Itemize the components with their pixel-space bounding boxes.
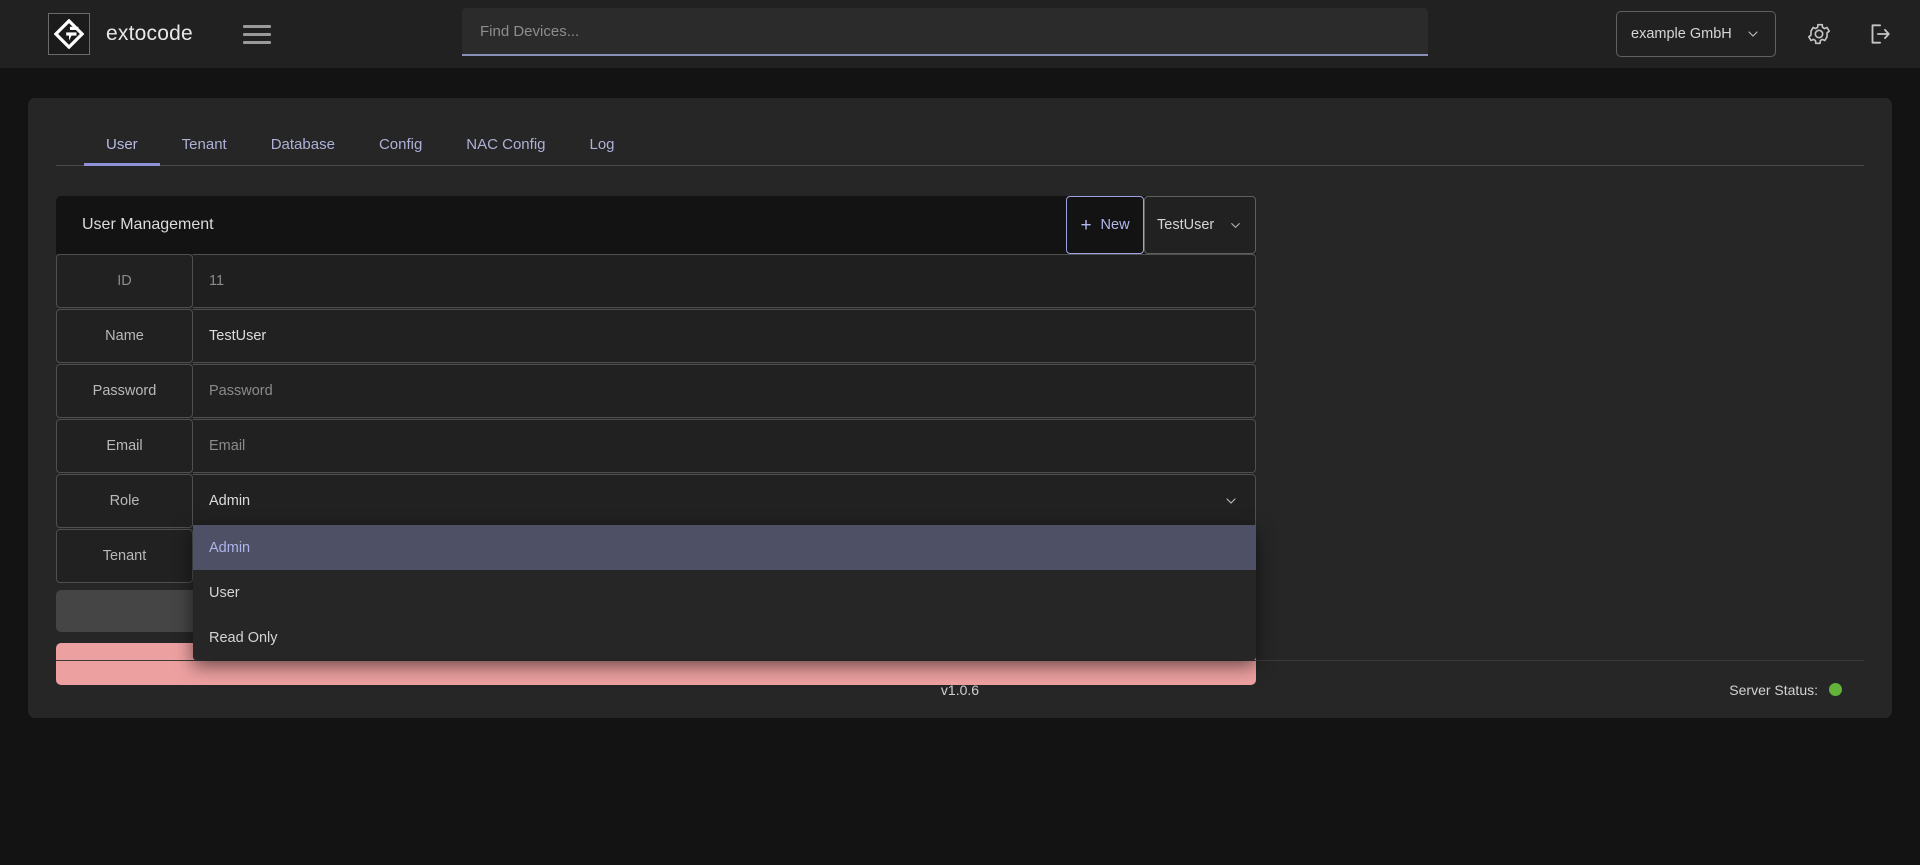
form-row-id: ID 11	[56, 254, 1256, 308]
form-row-role: Role Admin	[56, 474, 1256, 528]
role-option-user[interactable]: User	[193, 570, 1256, 615]
extocode-diamond-logo-icon	[48, 13, 90, 55]
user-form: ID 11 Name TestUser Password Password Em…	[56, 254, 1256, 690]
hamburger-bar	[242, 32, 271, 36]
form-label-tenant: Tenant	[56, 529, 193, 583]
form-field-email[interactable]: Email	[193, 419, 1256, 473]
hamburger-menu-icon[interactable]	[242, 21, 271, 48]
tab-config[interactable]: Config	[357, 126, 444, 165]
status-dot-icon	[1829, 683, 1842, 696]
tab-label: Tenant	[181, 136, 227, 153]
user-selector[interactable]: TestUser	[1144, 196, 1256, 254]
form-field-password[interactable]: Password	[193, 364, 1256, 418]
server-status: Server Status:	[1729, 682, 1842, 698]
role-dropdown-menu: Admin User Read Only	[193, 525, 1256, 660]
user-management-panel: User Management + New TestUser ID 11 Nam…	[56, 196, 1256, 690]
settings-button[interactable]	[1802, 17, 1836, 51]
form-field-name[interactable]: TestUser	[193, 309, 1256, 363]
logout-icon	[1871, 24, 1890, 44]
tab-bar: User Tenant Database Config NAC Config L…	[56, 126, 1864, 166]
form-row-name: Name TestUser	[56, 309, 1256, 363]
form-row-email: Email Email	[56, 419, 1256, 473]
form-label-email: Email	[56, 419, 193, 473]
role-option-label: User	[209, 584, 240, 601]
form-label-name: Name	[56, 309, 193, 363]
form-label-id: ID	[56, 254, 193, 308]
app-footer: v1.0.6 Server Status:	[56, 660, 1864, 718]
gear-icon	[1808, 23, 1830, 45]
form-label-role: Role	[56, 474, 193, 528]
role-option-read-only[interactable]: Read Only	[193, 615, 1256, 660]
search-container	[462, 8, 1428, 56]
version-label: v1.0.6	[940, 681, 980, 698]
tab-label: User	[106, 136, 138, 153]
hamburger-bar	[242, 40, 271, 44]
brand: extocode	[48, 13, 193, 55]
tab-label: NAC Config	[466, 136, 546, 153]
panel-header: User Management + New TestUser	[56, 196, 1256, 254]
form-field-role[interactable]: Admin	[193, 474, 1256, 528]
tab-label: Config	[378, 136, 423, 153]
tab-label: Log	[589, 136, 615, 153]
role-option-label: Read Only	[209, 629, 278, 646]
tenant-selector[interactable]: example GmbH	[1616, 11, 1776, 57]
form-field-id: 11	[193, 254, 1256, 308]
new-user-button[interactable]: + New	[1066, 196, 1144, 254]
role-option-admin[interactable]: Admin	[193, 525, 1256, 570]
panel-header-actions: + New TestUser	[1066, 196, 1256, 254]
tab-tenant[interactable]: Tenant	[160, 126, 249, 165]
form-row-password: Password Password	[56, 364, 1256, 418]
content-card: User Tenant Database Config NAC Config L…	[28, 98, 1892, 718]
new-user-button-label: New	[1100, 217, 1130, 233]
tab-log[interactable]: Log	[568, 126, 637, 165]
search-input[interactable]	[462, 8, 1428, 56]
tab-user[interactable]: User	[84, 126, 160, 166]
brand-name: extocode	[106, 22, 193, 45]
header-actions: example GmbH	[1616, 11, 1896, 57]
plus-icon: +	[1080, 214, 1092, 236]
chevron-down-icon	[1226, 498, 1236, 504]
tab-label: Database	[270, 136, 335, 153]
form-field-role-value: Admin	[209, 493, 251, 509]
tab-database[interactable]: Database	[249, 126, 357, 165]
tenant-selector-value: example GmbH	[1631, 26, 1732, 42]
form-label-password: Password	[56, 364, 193, 418]
logo-glyph	[54, 19, 84, 49]
chevron-down-icon	[1748, 31, 1758, 37]
server-status-label: Server Status:	[1729, 681, 1818, 698]
logout-button[interactable]	[1862, 17, 1896, 51]
page-title: User Management	[82, 216, 214, 233]
app-header: extocode example GmbH	[0, 0, 1920, 68]
tab-nac-config[interactable]: NAC Config	[444, 126, 567, 165]
user-selector-value: TestUser	[1157, 217, 1215, 233]
hamburger-bar	[242, 24, 271, 28]
chevron-down-icon	[1231, 222, 1240, 228]
page-body: User Tenant Database Config NAC Config L…	[0, 68, 1920, 718]
role-option-label: Admin	[209, 539, 251, 556]
